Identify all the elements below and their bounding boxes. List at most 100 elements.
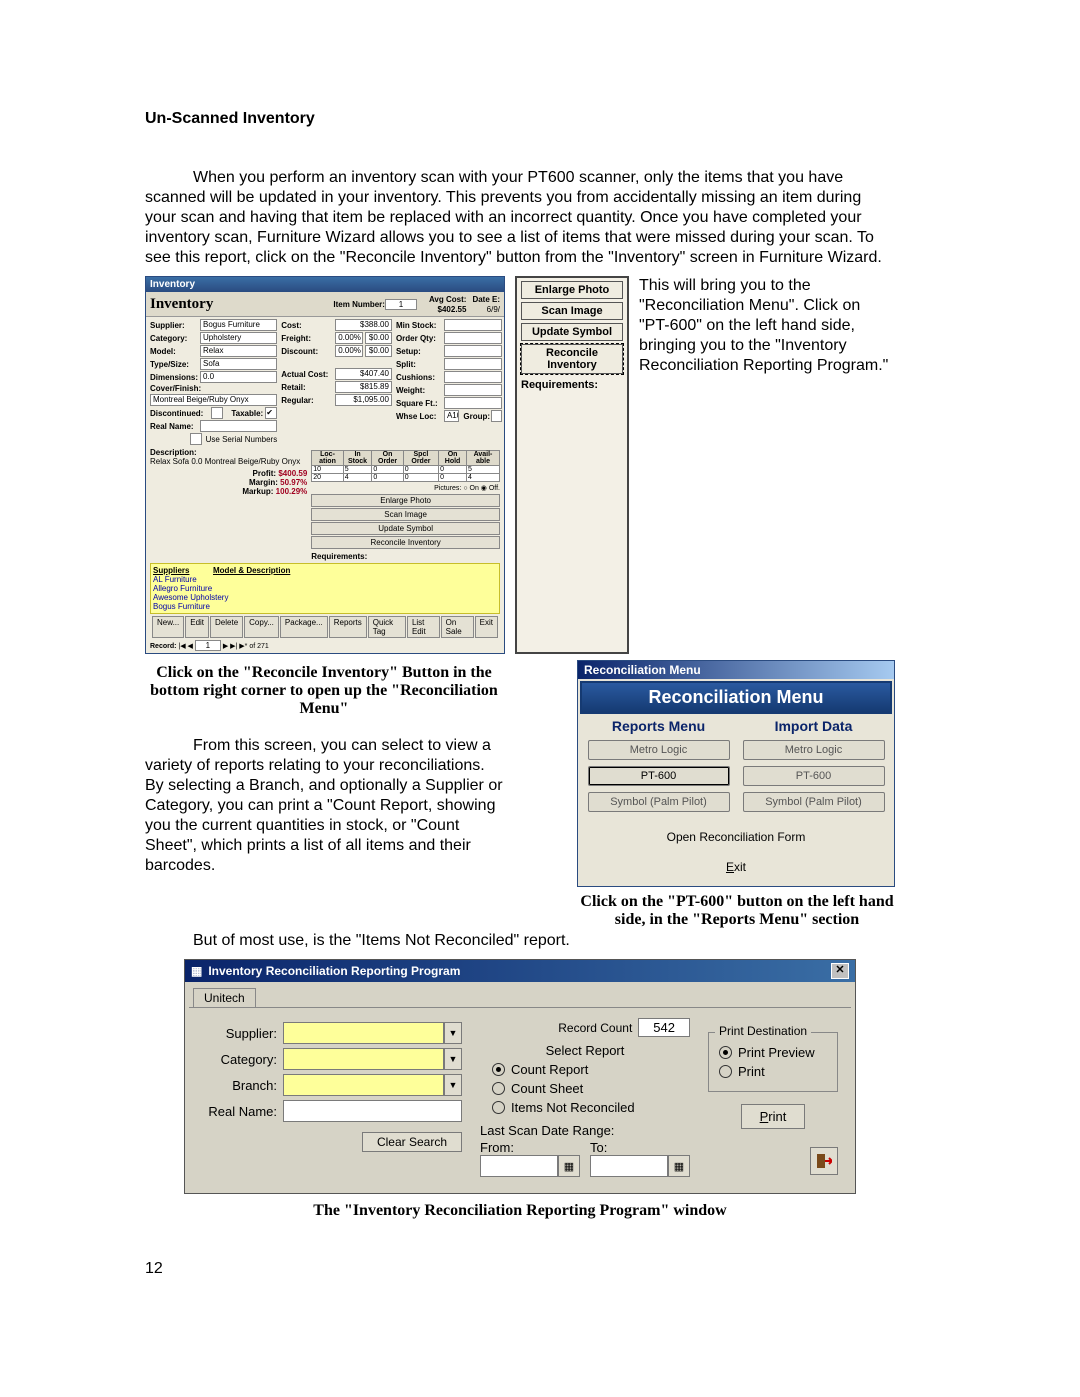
item-number-field[interactable]: 1 [385,299,417,310]
inv-btn-quicktag[interactable]: Quick Tag [368,616,406,638]
items-not-reconciled-radio[interactable] [492,1101,505,1114]
count-report-radio[interactable] [492,1063,505,1076]
weight-field[interactable] [444,384,502,396]
print-radio[interactable] [719,1065,732,1078]
unitech-tab[interactable]: Unitech [193,988,256,1007]
realname-field[interactable] [200,420,277,432]
freight-amt[interactable]: $0.00 [365,332,392,344]
split-field[interactable] [444,358,502,370]
inv-btn-copy[interactable]: Copy... [244,616,279,638]
supplier-row[interactable]: AL Furniture [153,575,497,584]
open-reconciliation-form[interactable]: Open Reconciliation Form [586,826,886,848]
sidebar-scan-image[interactable]: Scan Image [521,302,623,320]
inv-btn-reports[interactable]: Reports [329,616,367,638]
inv-side-enlarge-photo[interactable]: Enlarge Photo [311,494,500,507]
inv-btn-onsale[interactable]: On Sale [441,616,474,638]
section-heading: Un-Scanned Inventory [145,110,895,128]
to-date-input[interactable] [590,1155,668,1177]
discount-pct[interactable]: 0.00% [335,345,362,357]
import-metro-logic[interactable]: Metro Logic [743,740,885,760]
page-number: 12 [145,1260,895,1278]
supplier-row[interactable]: Bogus Furniture [153,602,497,611]
right-text: This will bring you to the "Reconciliati… [639,276,895,654]
form-icon: ▦ [191,964,202,978]
reporting-caption: The "Inventory Reconciliation Reporting … [145,1202,895,1220]
inv-btn-listedit[interactable]: List Edit [407,616,440,638]
setup-field[interactable] [444,345,502,357]
discount-amt[interactable]: $0.00 [365,345,392,357]
model-field[interactable]: Relax [200,345,277,357]
sqft-field[interactable] [444,397,502,409]
group-field[interactable] [491,410,502,422]
close-icon[interactable]: ✕ [831,963,849,979]
inv-btn-package[interactable]: Package... [280,616,328,638]
regular-field[interactable]: $1,095.00 [335,394,392,406]
count-sheet-radio[interactable] [492,1082,505,1095]
recon-exit[interactable]: Exit [586,856,886,878]
inv-side-update-symbol[interactable]: Update Symbol [311,522,500,535]
inv-btn-delete[interactable]: Delete [210,616,243,638]
realname-input[interactable] [283,1100,462,1122]
import-data-header: Import Data [741,718,886,734]
inv-btn-exit[interactable]: Exit [475,616,498,638]
orderqty-field[interactable] [444,332,502,344]
calendar-icon[interactable]: ▦ [558,1155,580,1177]
import-pt600[interactable]: PT-600 [743,766,885,786]
print-preview-radio[interactable] [719,1046,732,1059]
branch-select[interactable] [283,1074,444,1096]
reports-metro-logic[interactable]: Metro Logic [588,740,730,760]
supplier-select[interactable] [283,1022,444,1044]
inv-btn-edit[interactable]: Edit [185,616,209,638]
minstock-field[interactable] [444,319,502,331]
dim-field[interactable]: 0.0 [200,371,277,383]
sidebar-reconcile-inventory[interactable]: Reconcile Inventory [521,344,623,374]
clear-search-button[interactable]: Clear Search [362,1132,462,1152]
cushions-field[interactable] [444,371,502,383]
inv-btn-new[interactable]: New... [152,616,184,638]
exit-button[interactable] [810,1147,838,1175]
dropdown-icon[interactable]: ▼ [444,1048,462,1070]
dropdown-icon[interactable]: ▼ [444,1074,462,1096]
serial-checkbox[interactable] [190,433,202,445]
supplier-row[interactable]: Awesome Upholstery [153,593,497,602]
reporting-title: Inventory Reconciliation Reporting Progr… [208,964,460,978]
print-destination-label: Print Destination [715,1024,811,1038]
inventory-sidebar: Enlarge Photo Scan Image Update Symbol Reco… [515,276,629,654]
margin-value: 50.97% [280,478,307,487]
reports-symbol[interactable]: Symbol (Palm Pilot) [588,792,730,812]
discontinued-checkbox[interactable] [211,407,223,419]
dropdown-icon[interactable]: ▼ [444,1022,462,1044]
cover-field[interactable]: Montreal Beige/Ruby Onyx [150,394,277,406]
retail-field[interactable]: $815.89 [335,381,392,393]
cost-field[interactable]: $388.00 [335,319,392,331]
category-select[interactable] [283,1048,444,1070]
inv-side-reconcile-inventory[interactable]: Reconcile Inventory [311,536,500,549]
freight-pct[interactable]: 0.00% [335,332,362,344]
supplier-field[interactable]: Bogus Furniture [200,319,277,331]
sidebar-update-symbol[interactable]: Update Symbol [521,323,623,341]
model-desc-header: Model & Description [213,566,497,575]
profit-value: $400.59 [278,469,307,478]
item-number-label: Item Number: [333,300,385,309]
reports-paragraph: From this screen, you can select to view… [145,736,503,876]
sidebar-enlarge-photo[interactable]: Enlarge Photo [521,281,623,299]
type-field[interactable]: Sofa [200,358,277,370]
record-count-label: Record Count [558,1021,632,1035]
requirements-label: Requirements: [311,552,367,561]
import-symbol[interactable]: Symbol (Palm Pilot) [743,792,885,812]
from-date-input[interactable] [480,1155,558,1177]
inventory-header-text: Inventory [150,296,213,313]
calendar-icon[interactable]: ▦ [668,1155,690,1177]
category-field[interactable]: Upholstery [200,332,277,344]
taxable-checkbox[interactable]: ✔ [265,407,277,419]
sidebar-requirements: Requirements: [517,377,627,393]
description-field[interactable]: Relax Sofa 0.0 Montreal Beige/Ruby Onyx [150,457,307,467]
inv-side-scan-image[interactable]: Scan Image [311,508,500,521]
pictures-label: Pictures: [434,485,461,492]
print-button[interactable]: Print [741,1104,806,1129]
whse-field[interactable]: A10 [444,410,459,422]
record-pos[interactable]: 1 [195,640,221,651]
reports-pt600[interactable]: PT-600 [588,766,730,786]
supplier-row[interactable]: Allegro Furniture [153,584,497,593]
off-label: Off. [489,485,500,492]
